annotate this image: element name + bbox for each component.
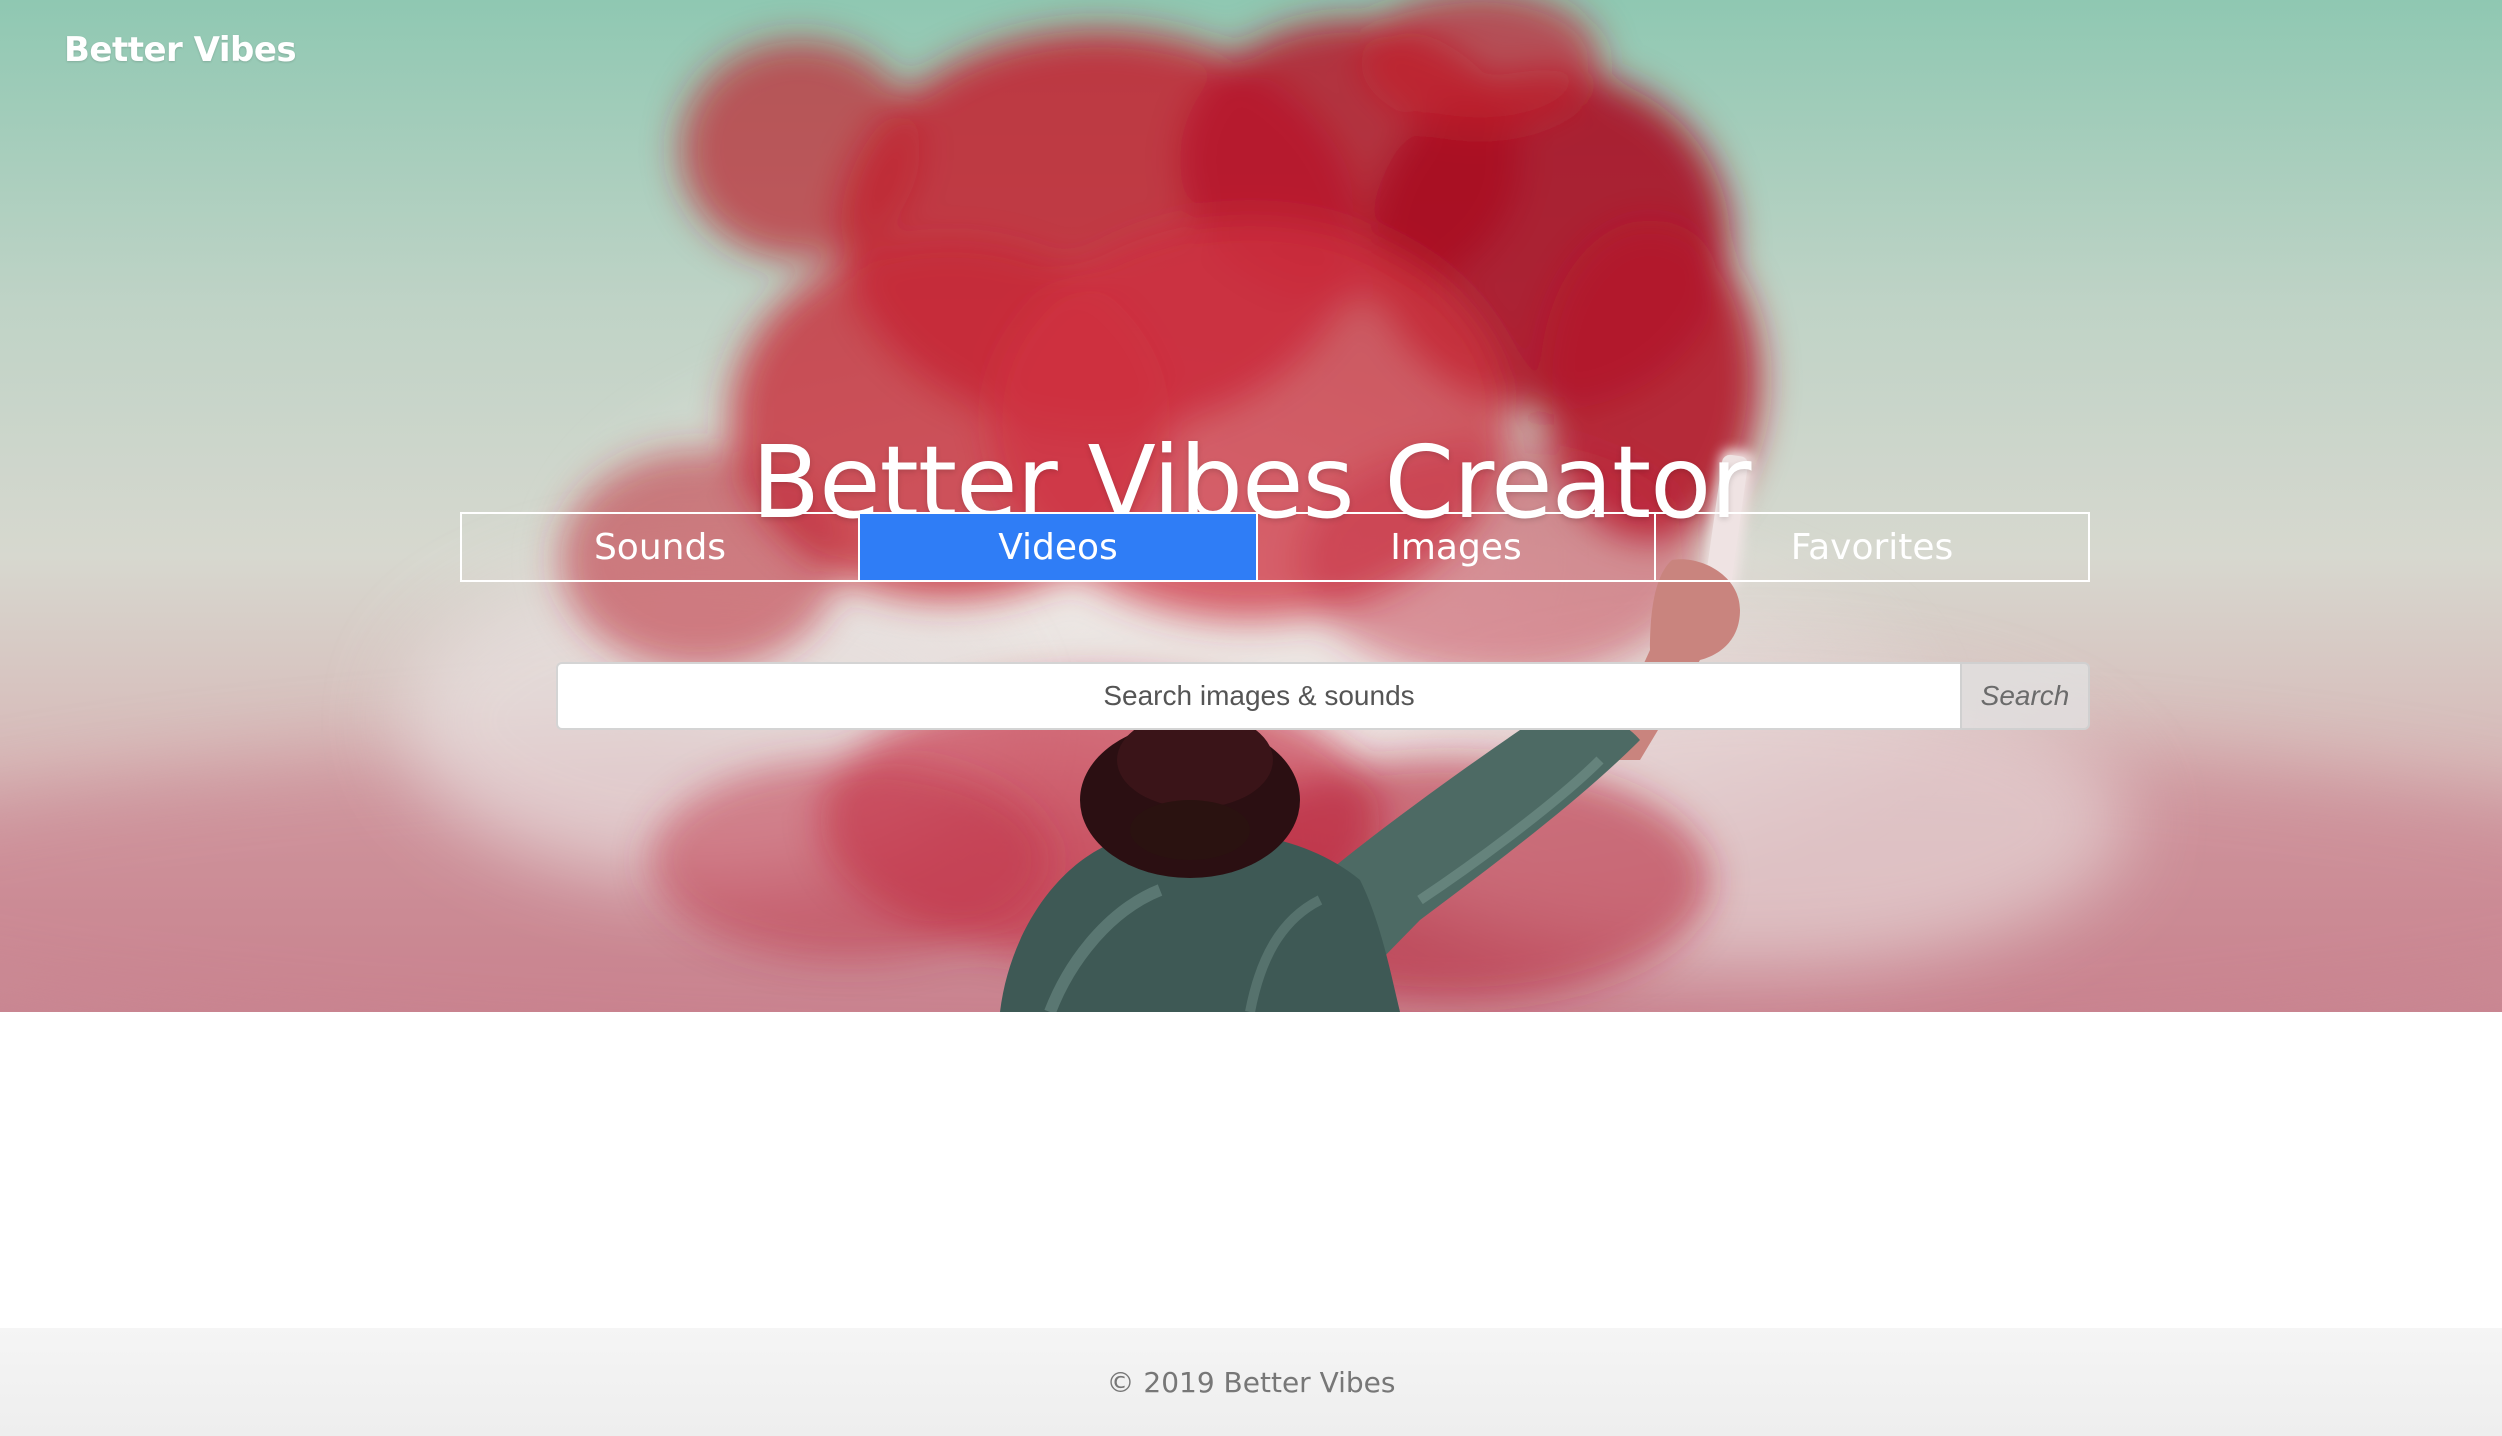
search-bar: Search <box>556 662 2090 730</box>
copyright-text: © 2019 Better Vibes <box>1106 1365 1396 1399</box>
results-area <box>0 1012 2502 1328</box>
tab-videos[interactable]: Videos <box>858 512 1258 582</box>
tab-favorites[interactable]: Favorites <box>1654 512 2090 582</box>
brand-logo[interactable]: Better Vibes <box>64 30 297 70</box>
page: Better Vibes Better Vibes Creator Sounds… <box>0 0 2502 1436</box>
search-button[interactable]: Search <box>1960 662 2090 730</box>
hero-section: Better Vibes Better Vibes Creator Sounds… <box>0 0 2502 1012</box>
footer: © 2019 Better Vibes <box>0 1328 2502 1436</box>
tab-images[interactable]: Images <box>1256 512 1656 582</box>
media-tabs: Sounds Videos Images Favorites <box>460 512 2090 582</box>
tab-sounds[interactable]: Sounds <box>460 512 860 582</box>
search-input[interactable] <box>556 662 1960 730</box>
